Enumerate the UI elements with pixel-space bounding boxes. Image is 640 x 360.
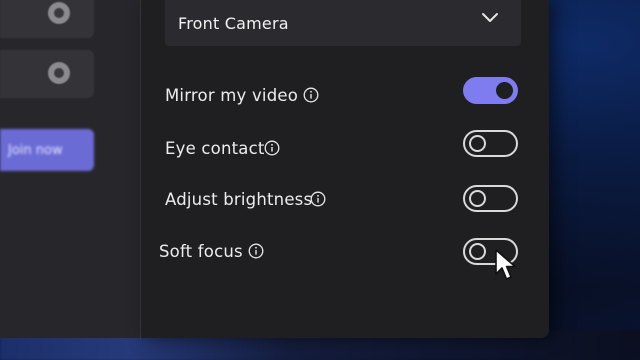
setting-row-soft-focus: Soft focus [141, 233, 549, 273]
toggle-knob [469, 135, 486, 152]
mouse-pointer-icon [495, 249, 516, 280]
device-panel: Join now [0, 0, 141, 338]
setting-row-adjust-brightness: Adjust brightness [141, 181, 549, 221]
info-icon[interactable] [310, 191, 326, 207]
setting-row-eye-contact: Eye contact [141, 130, 549, 170]
setting-row-mirror-video: Mirror my video [141, 77, 549, 117]
eye-contact-toggle[interactable] [463, 130, 518, 157]
audio-device-option[interactable] [0, 0, 94, 38]
radio-icon [48, 2, 70, 24]
setting-label: Eye contact [165, 139, 265, 158]
info-icon[interactable] [248, 243, 264, 259]
radio-icon [48, 62, 70, 84]
toggle-knob [469, 243, 486, 260]
info-icon[interactable] [303, 87, 319, 103]
chevron-down-icon [482, 13, 498, 22]
setting-label: Soft focus [159, 242, 243, 261]
toggle-knob [496, 82, 513, 99]
toggle-knob [469, 190, 486, 207]
video-settings-panel: Front Camera Mirror my video Eye contact… [141, 0, 549, 338]
setting-label: Adjust brightness [165, 190, 313, 209]
camera-dropdown[interactable]: Front Camera [165, 0, 521, 46]
mirror-video-toggle[interactable] [463, 77, 518, 104]
camera-dropdown-value: Front Camera [178, 14, 289, 33]
audio-device-option[interactable] [0, 50, 94, 98]
adjust-brightness-toggle[interactable] [463, 185, 518, 212]
setting-label: Mirror my video [165, 86, 299, 105]
join-now-button[interactable]: Join now [0, 129, 94, 171]
info-icon[interactable] [264, 140, 280, 156]
